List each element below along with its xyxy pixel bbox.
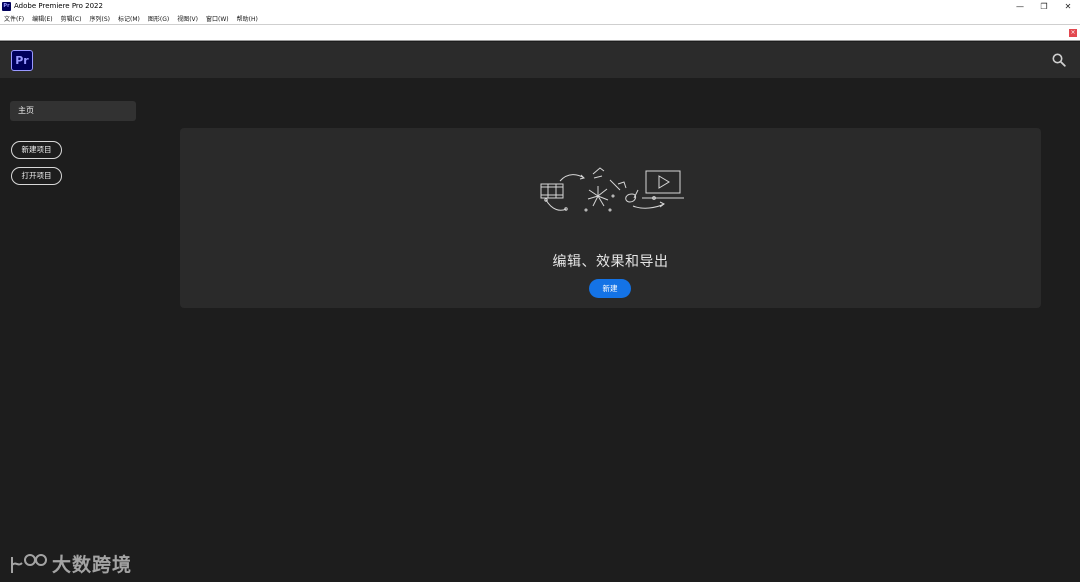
window-controls: — ❐ ✕ <box>1008 0 1080 12</box>
app-icon: Pr <box>2 1 11 11</box>
minimize-button[interactable]: — <box>1008 0 1032 12</box>
search-icon[interactable] <box>1052 53 1066 67</box>
premiere-logo: Pr <box>11 50 33 71</box>
watermark: 大数跨境 <box>8 549 132 577</box>
open-project-button[interactable]: 打开项目 <box>11 167 62 185</box>
menu-bar: 文件(F) 编辑(E) 剪辑(C) 序列(S) 标记(M) 图形(G) 视图(V… <box>0 12 1080 24</box>
app-header: Pr <box>0 42 1080 78</box>
new-project-button[interactable]: 新建项目 <box>11 141 62 159</box>
menu-window[interactable]: 窗口(W) <box>206 14 229 23</box>
sidebar-item-home[interactable]: 主页 <box>10 101 136 121</box>
title-bar: Pr Adobe Premiere Pro 2022 — ❐ ✕ <box>0 0 1080 12</box>
watermark-logo-icon <box>11 554 47 573</box>
menu-graphics[interactable]: 图形(G) <box>148 14 169 23</box>
menu-sequence[interactable]: 序列(S) <box>90 14 111 23</box>
restore-button[interactable]: ❐ <box>1032 0 1056 12</box>
watermark-text: 大数跨境 <box>52 553 133 576</box>
welcome-card: 编辑、效果和导出 新建 <box>180 128 1041 308</box>
window-title: Adobe Premiere Pro 2022 <box>14 2 103 10</box>
close-window-button[interactable]: ✕ <box>1056 0 1080 12</box>
menu-view[interactable]: 视图(V) <box>177 14 198 23</box>
menu-clip[interactable]: 剪辑(C) <box>61 14 82 23</box>
notification-bar: × <box>0 24 1080 41</box>
menu-markers[interactable]: 标记(M) <box>118 14 140 23</box>
welcome-headline: 编辑、效果和导出 <box>552 254 669 270</box>
notification-close-button[interactable]: × <box>1069 29 1077 37</box>
edit-effects-export-illustration <box>540 167 684 212</box>
menu-file[interactable]: 文件(F) <box>4 14 24 23</box>
menu-help[interactable]: 帮助(H) <box>237 14 258 23</box>
new-button[interactable]: 新建 <box>589 279 631 298</box>
menu-edit[interactable]: 编辑(E) <box>32 14 52 23</box>
